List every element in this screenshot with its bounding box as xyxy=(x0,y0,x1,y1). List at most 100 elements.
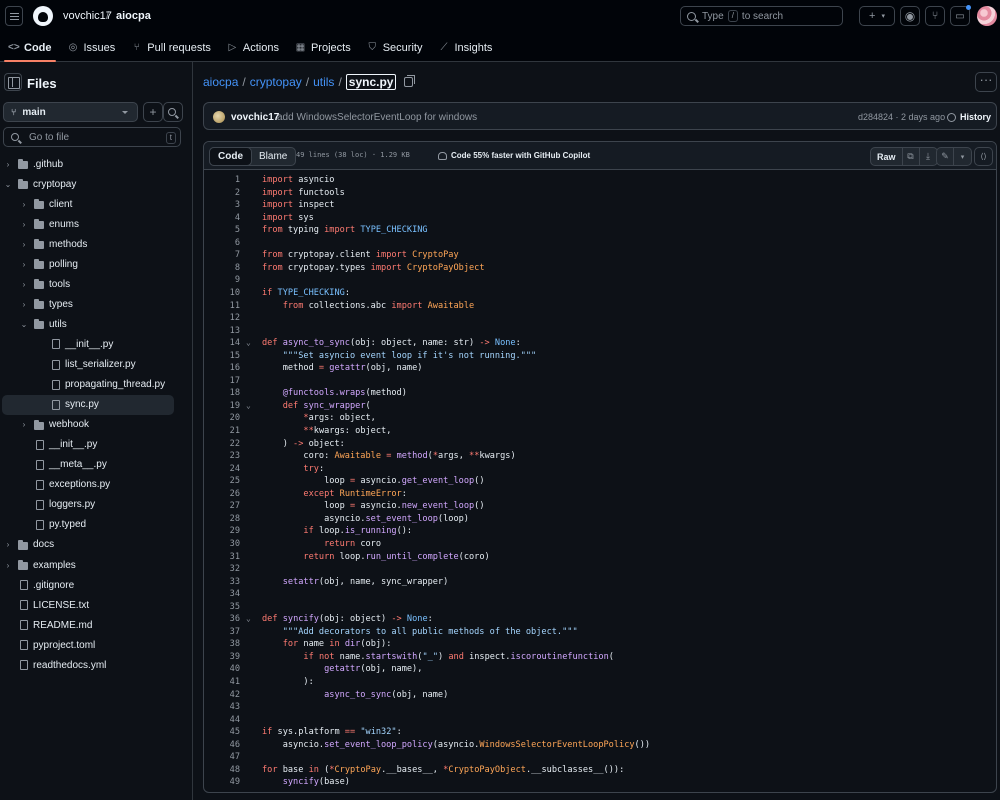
line-number[interactable]: 12 xyxy=(204,312,240,325)
tree-folder[interactable]: › types xyxy=(0,294,193,314)
create-new-button[interactable]: + ▾ xyxy=(859,6,895,26)
github-logo-icon[interactable] xyxy=(33,6,53,26)
tab-actions[interactable]: ▷ Actions xyxy=(219,33,287,62)
chevron-right-icon[interactable]: › xyxy=(19,220,29,229)
go-to-file-input[interactable]: Go to file t xyxy=(3,127,181,147)
tree-folder[interactable]: ⌄ cryptopay xyxy=(0,174,193,194)
chevron-right-icon[interactable]: › xyxy=(19,240,29,249)
line-number[interactable]: 47 xyxy=(204,751,240,764)
add-file-button[interactable]: + xyxy=(143,102,163,122)
line-number[interactable]: 48 xyxy=(204,764,240,777)
line-number[interactable]: 32 xyxy=(204,563,240,576)
tree-file[interactable]: sync.py xyxy=(2,394,174,415)
copy-path-icon[interactable] xyxy=(404,75,416,87)
line-number[interactable]: 38 xyxy=(204,638,240,651)
pull-requests-button[interactable]: ⑂ xyxy=(925,6,945,26)
line-number[interactable]: 43 xyxy=(204,701,240,714)
line-number[interactable]: 28 xyxy=(204,513,240,526)
tree-file[interactable]: __init__.py xyxy=(0,334,193,354)
raw-button[interactable]: Raw xyxy=(871,148,903,165)
line-number[interactable]: 40 xyxy=(204,663,240,676)
tree-folder[interactable]: › polling xyxy=(0,254,193,274)
line-number[interactable]: 9 xyxy=(204,274,240,287)
tree-file[interactable]: readthedocs.yml xyxy=(0,655,193,675)
chevron-right-icon[interactable]: › xyxy=(19,420,29,429)
line-number[interactable]: 39 xyxy=(204,651,240,664)
edit-dropdown-button[interactable]: ▾ xyxy=(954,148,971,165)
tab-pull-requests[interactable]: ⑂ Pull requests xyxy=(123,33,219,62)
line-number[interactable]: 20 xyxy=(204,412,240,425)
line-number[interactable]: 42 xyxy=(204,689,240,702)
chevron-down-icon[interactable]: ⌄ xyxy=(19,320,29,329)
line-number[interactable]: 46 xyxy=(204,739,240,752)
tree-file[interactable]: list_serializer.py xyxy=(0,355,193,375)
tab-code-view[interactable]: Code xyxy=(209,147,252,166)
tab-blame-view[interactable]: Blame xyxy=(251,148,295,165)
line-number[interactable]: 34 xyxy=(204,588,240,601)
tree-folder[interactable]: › enums xyxy=(0,214,193,234)
line-number[interactable]: 15 xyxy=(204,350,240,363)
tab-projects[interactable]: ▦ Projects xyxy=(287,33,359,62)
tree-folder[interactable]: › client xyxy=(0,194,193,214)
history-button[interactable]: History xyxy=(947,112,991,122)
chevron-right-icon[interactable]: › xyxy=(19,300,29,309)
tree-folder[interactable]: › examples xyxy=(0,555,193,575)
line-number[interactable]: 13 xyxy=(204,325,240,338)
line-number[interactable]: 41 xyxy=(204,676,240,689)
tree-folder[interactable]: › tools xyxy=(0,274,193,294)
fold-chevron-icon[interactable]: ⌄ xyxy=(246,337,251,350)
menu-icon[interactable] xyxy=(5,6,23,26)
line-number[interactable]: 19 xyxy=(204,400,240,413)
tree-file[interactable]: .gitignore xyxy=(0,575,193,595)
line-number[interactable]: 24 xyxy=(204,463,240,476)
line-number[interactable]: 45 xyxy=(204,726,240,739)
tree-folder[interactable]: ⌄ utils xyxy=(0,314,193,334)
line-number[interactable]: 31 xyxy=(204,551,240,564)
line-number[interactable]: 3 xyxy=(204,199,240,212)
line-number[interactable]: 5 xyxy=(204,224,240,237)
tab-security[interactable]: ⛉ Security xyxy=(359,33,431,62)
line-number[interactable]: 11 xyxy=(204,300,240,313)
chevron-right-icon[interactable]: › xyxy=(3,160,13,169)
line-number[interactable]: 26 xyxy=(204,488,240,501)
tab-insights[interactable]: ⟋ Insights xyxy=(430,33,500,62)
line-number[interactable]: 2 xyxy=(204,187,240,200)
tab-code[interactable]: <> Code xyxy=(0,33,60,62)
line-number[interactable]: 1 xyxy=(204,174,240,187)
line-number[interactable]: 49 xyxy=(204,776,240,789)
search-files-button[interactable] xyxy=(163,102,183,122)
tree-file[interactable]: __init__.py xyxy=(0,435,193,455)
sidebar-collapse-icon[interactable] xyxy=(4,73,22,91)
search-input[interactable]: Type / to search xyxy=(680,6,843,26)
line-number[interactable]: 8 xyxy=(204,262,240,275)
line-number[interactable]: 23 xyxy=(204,450,240,463)
line-number[interactable]: 18 xyxy=(204,387,240,400)
tree-file[interactable]: propagating_thread.py xyxy=(0,375,193,395)
commit-message-link[interactable]: add WindowsSelectorEventLoop for windows xyxy=(277,112,477,123)
tree-folder[interactable]: › .github xyxy=(0,154,193,174)
tree-file[interactable]: __meta__.py xyxy=(0,455,193,475)
line-number[interactable]: 25 xyxy=(204,475,240,488)
line-number[interactable]: 7 xyxy=(204,249,240,262)
tree-folder[interactable]: › webhook xyxy=(0,415,193,435)
commit-author-avatar[interactable] xyxy=(213,111,225,123)
chevron-right-icon[interactable]: › xyxy=(19,280,29,289)
line-number[interactable]: 6 xyxy=(204,237,240,250)
tree-folder[interactable]: › docs xyxy=(0,535,193,555)
line-number[interactable]: 36 xyxy=(204,613,240,626)
tab-issues[interactable]: ◎ Issues xyxy=(60,33,124,62)
commit-meta[interactable]: d284824 · 2 days ago xyxy=(858,112,945,122)
download-button[interactable]: ⤓ xyxy=(920,148,937,165)
line-number[interactable]: 33 xyxy=(204,576,240,589)
fold-chevron-icon[interactable]: ⌄ xyxy=(246,400,251,413)
tree-file[interactable]: pyproject.toml xyxy=(0,635,193,655)
chevron-down-icon[interactable]: ⌄ xyxy=(3,180,13,189)
breadcrumb-folder-link[interactable]: cryptopay xyxy=(250,75,302,89)
line-number[interactable]: 16 xyxy=(204,362,240,375)
line-number[interactable]: 21 xyxy=(204,425,240,438)
chevron-right-icon[interactable]: › xyxy=(19,260,29,269)
line-number[interactable]: 30 xyxy=(204,538,240,551)
line-number[interactable]: 10 xyxy=(204,287,240,300)
more-options-button[interactable]: ··· xyxy=(975,72,997,92)
tree-file[interactable]: exceptions.py xyxy=(0,475,193,495)
